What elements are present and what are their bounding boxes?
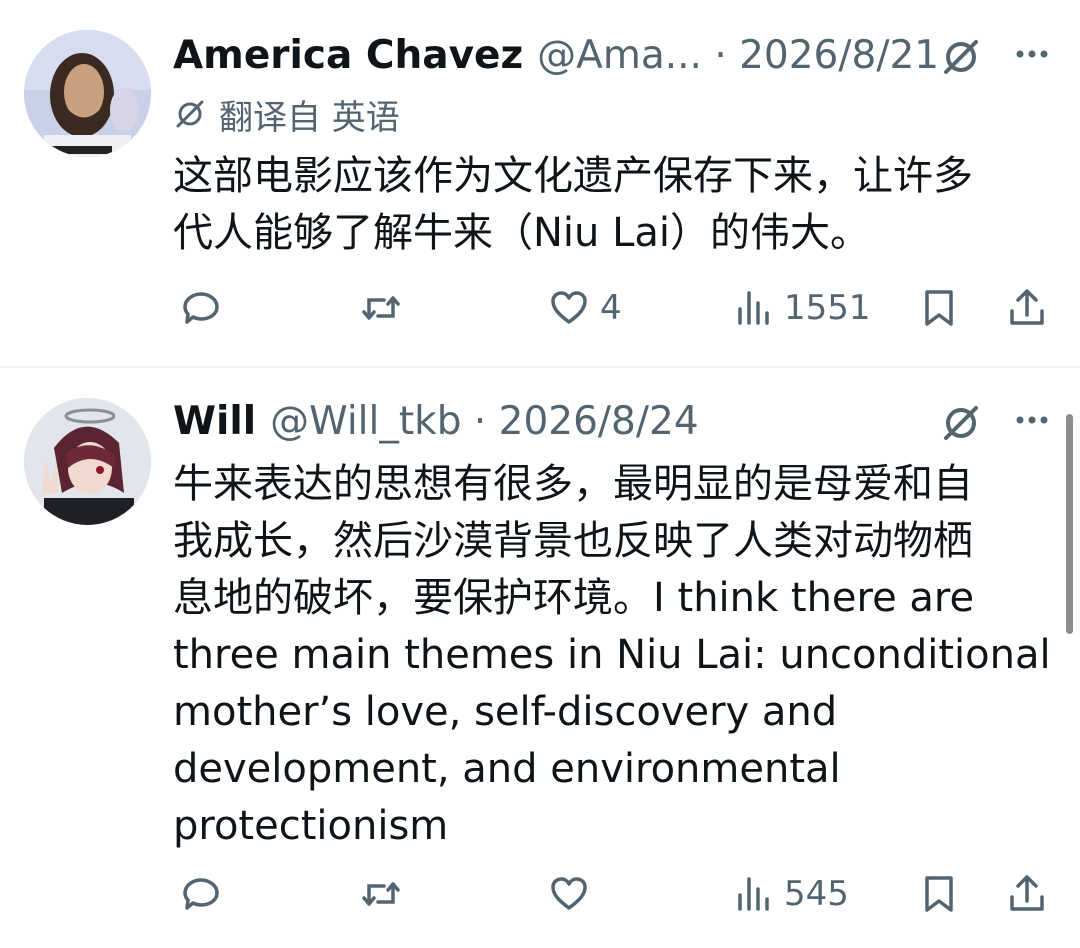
- tweet-header: America Chavez @Ama... · 2026/8/21: [173, 30, 939, 80]
- handle-and-date[interactable]: @Will_tkb · 2026/8/24: [270, 399, 699, 444]
- display-name[interactable]: Will: [173, 399, 256, 444]
- retweet-icon: [362, 296, 400, 320]
- translated-label: 翻译自 英语: [219, 97, 400, 138]
- more-dots-icon[interactable]: [1010, 36, 1054, 72]
- views-bar-chart-icon: [738, 291, 769, 325]
- share-icon: [1010, 875, 1044, 911]
- views-count: 1551: [784, 288, 871, 328]
- display-name[interactable]: America Chavez: [173, 33, 523, 78]
- more-dots-icon[interactable]: [1010, 402, 1054, 438]
- translated-from[interactable]: 翻译自 英语: [173, 92, 400, 138]
- grok-icon[interactable]: [940, 36, 982, 78]
- reply-button[interactable]: [180, 869, 222, 919]
- share-button[interactable]: [1006, 283, 1048, 333]
- bookmark-icon: [925, 876, 953, 912]
- tweet-actions: 545: [0, 869, 1080, 919]
- tweet-text: 牛来表达的思想有很多，最明显的是母爱和自 我成长，然后沙漠背景也反映了人类对动物…: [173, 461, 1051, 849]
- like-count: 4: [600, 288, 622, 328]
- reply-icon: [183, 878, 219, 910]
- views-bar-chart-icon: [738, 877, 769, 911]
- views-button[interactable]: 1551: [732, 283, 871, 333]
- grok-icon[interactable]: [940, 402, 982, 444]
- share-icon: [1010, 289, 1044, 325]
- tweet[interactable]: America Chavez @Ama... · 2026/8/21 翻译自 英…: [0, 0, 1080, 366]
- heart-icon: [551, 877, 587, 910]
- avatar[interactable]: [24, 30, 151, 157]
- retweet-button[interactable]: [360, 283, 402, 333]
- views-count: 545: [784, 874, 849, 914]
- reply-button[interactable]: [180, 283, 222, 333]
- retweet-icon: [362, 882, 400, 906]
- views-button[interactable]: 545: [732, 869, 849, 919]
- avatar[interactable]: [24, 398, 151, 525]
- bookmark-icon: [925, 290, 953, 326]
- like-button[interactable]: [548, 869, 600, 919]
- bookmark-button[interactable]: [918, 869, 960, 919]
- tweet-header: Will @Will_tkb · 2026/8/24: [173, 396, 699, 446]
- like-button[interactable]: 4: [548, 283, 622, 333]
- scrollbar[interactable]: [1066, 414, 1073, 634]
- grok-icon: [176, 100, 204, 128]
- reply-icon: [183, 292, 219, 324]
- share-button[interactable]: [1006, 869, 1048, 919]
- handle-and-date[interactable]: @Ama... · 2026/8/21: [537, 33, 939, 78]
- tweet[interactable]: Will @Will_tkb · 2026/8/24 牛来表达的思想有很多，最明…: [0, 368, 1080, 948]
- bookmark-button[interactable]: [918, 283, 960, 333]
- tweet-text: 这部电影应该作为文化遗产保存下来，让许多 代人能够了解牛来（Niu Lai）的伟…: [173, 153, 973, 256]
- tweet-actions: 4 1551: [0, 283, 1080, 333]
- heart-icon: [551, 291, 587, 324]
- retweet-button[interactable]: [360, 869, 402, 919]
